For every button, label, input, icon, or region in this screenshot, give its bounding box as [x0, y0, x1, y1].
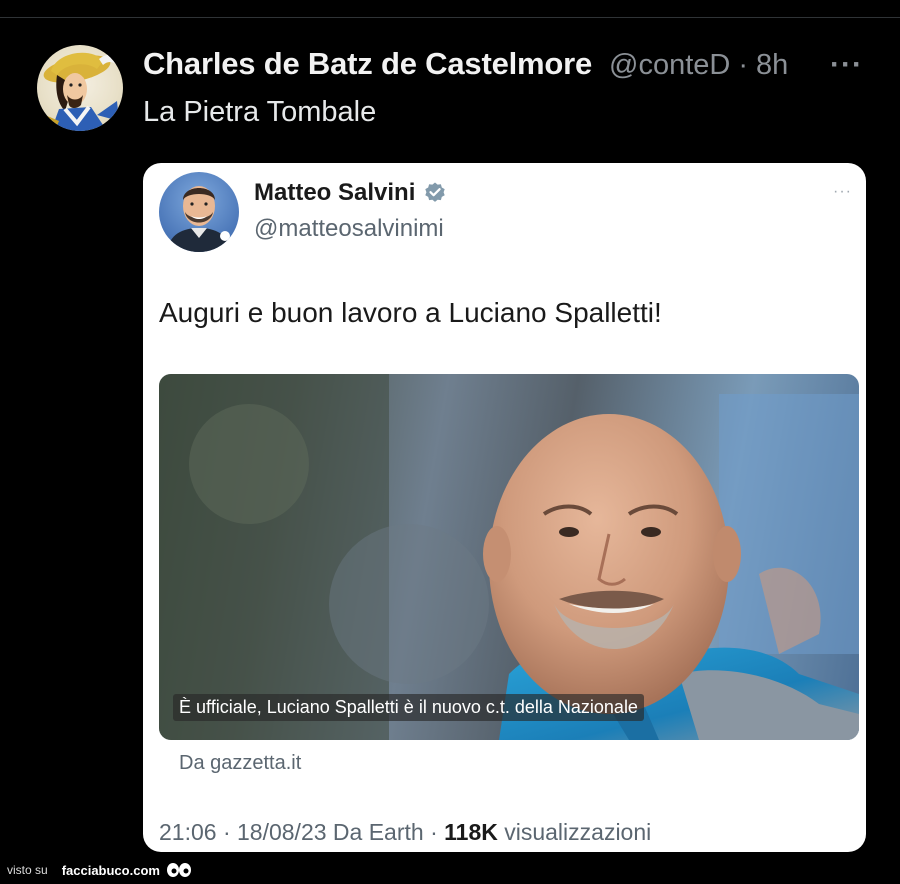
more-options-icon[interactable]: ··· [830, 50, 863, 80]
top-divider [0, 17, 900, 18]
header-separator: · [738, 49, 748, 81]
quoted-author-name[interactable]: Matteo Salvini [254, 179, 415, 207]
author-handle[interactable]: @conteD [609, 49, 730, 82]
eyes-icon [166, 863, 191, 877]
verified-badge-icon [425, 182, 446, 202]
quoted-text: Auguri e buon lavoro a Luciano Spalletti… [159, 297, 662, 328]
views-count: 118K [444, 819, 498, 845]
portrait-photo [159, 374, 859, 740]
watermark: visto su facciabuco.com [7, 862, 192, 878]
quoted-more-options-icon[interactable]: ··· [833, 183, 852, 201]
media-source-link[interactable]: Da gazzetta.it [179, 752, 301, 775]
quoted-name-row: Matteo Salvini [254, 179, 447, 207]
quoted-tweet-card[interactable]: Matteo Salvini @matteosalvinimi ··· Augu… [143, 163, 866, 852]
post-header: Charles de Batz de Castelmore @conteD · … [143, 46, 788, 86]
views-label: visualizzazioni [497, 819, 652, 845]
author-name[interactable]: Charles de Batz de Castelmore [143, 46, 603, 82]
post-time[interactable]: 8h [756, 49, 788, 82]
media-caption: È ufficiale, Luciano Spalletti è il nuov… [173, 694, 644, 721]
quoted-meta: 21:06 · 18/08/23 Da Earth · 118K visuali… [159, 819, 651, 846]
quoted-timestamp: 21:06 · 18/08/23 Da Earth · [159, 819, 445, 845]
watermark-prefix: visto su [7, 863, 48, 877]
quoted-media-image[interactable]: È ufficiale, Luciano Spalletti è il nuov… [159, 374, 859, 740]
post-text: La Pietra Tombale [143, 96, 377, 128]
musketeer-avatar-icon [41, 52, 119, 131]
person-avatar-icon [167, 186, 231, 252]
quoted-author-avatar[interactable] [159, 172, 239, 252]
author-avatar[interactable] [37, 45, 123, 131]
watermark-brand: facciabuco.com [61, 862, 160, 878]
quoted-author-handle[interactable]: @matteosalvinimi [254, 215, 444, 243]
